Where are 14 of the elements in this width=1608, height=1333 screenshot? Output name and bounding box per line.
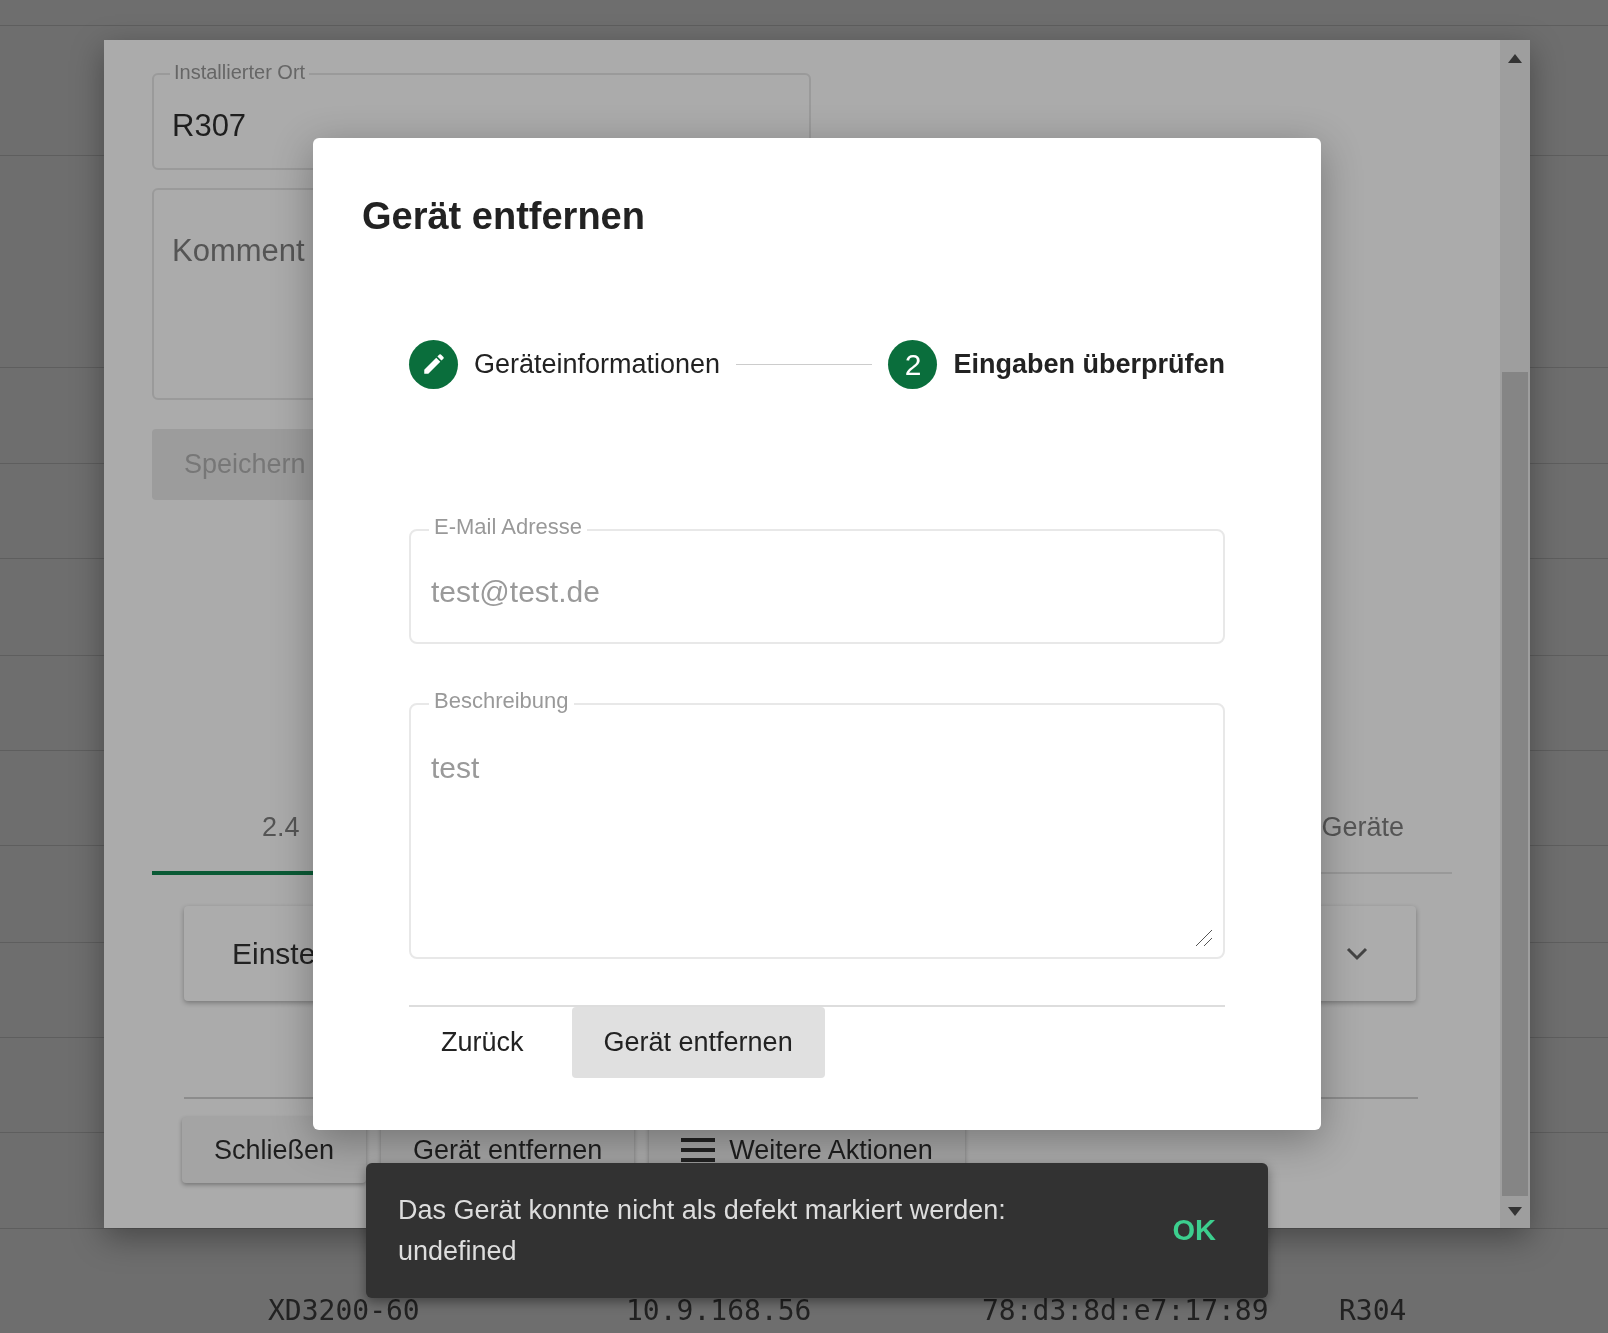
field-placeholder: Komment bbox=[172, 231, 305, 270]
table-cell-text: R304 bbox=[1339, 1293, 1407, 1329]
snackbar-message: Das Gerät konnte nicht als defekt markiert werden: undefined bbox=[398, 1194, 1007, 1268]
panel-title: Einste bbox=[232, 936, 316, 972]
table-cell-text: 78:d3:8d:e7:17:89 bbox=[982, 1293, 1269, 1329]
field-value: test bbox=[431, 749, 480, 786]
step-number: 2 bbox=[888, 339, 938, 389]
table-cell-text: 10.9.168.56 bbox=[626, 1293, 812, 1329]
field-value: R307 bbox=[172, 107, 247, 145]
step-label: Geräteinformationen bbox=[474, 347, 721, 381]
field-value: test@test.de bbox=[431, 573, 600, 610]
table-cell-text: XD3200-60 bbox=[268, 1293, 420, 1329]
step-label: Eingaben überprüfen bbox=[953, 347, 1225, 381]
dialog-title: Gerät entfernen bbox=[362, 194, 646, 239]
